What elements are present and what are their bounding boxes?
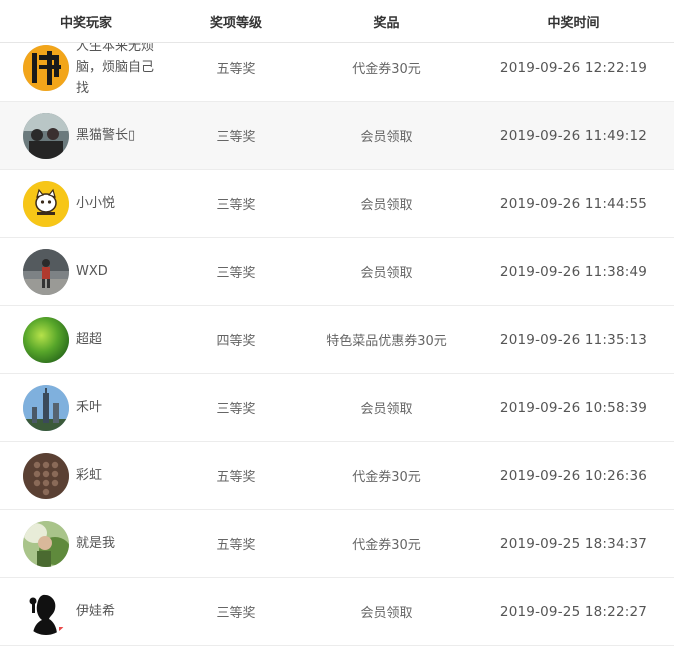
- silhouette-icon: [23, 588, 69, 635]
- player-cell: 禾叶: [0, 384, 172, 431]
- player-name: 人生本来无烦脑，烦脑自己找: [76, 39, 155, 96]
- player-name: 伊娃希: [76, 604, 116, 619]
- prize-level: 三等奖: [216, 130, 256, 145]
- phone-keypad-icon: [23, 452, 69, 499]
- buddha-character-icon: [23, 44, 69, 91]
- win-time: 2019-09-26 11:35:13: [499, 331, 648, 348]
- player-cell: 彩虹: [0, 452, 172, 499]
- prize-level: 三等奖: [216, 606, 256, 621]
- green-blur-icon: [23, 316, 69, 363]
- prize-name: 会员领取: [360, 402, 413, 417]
- player-name: 黑猫警长▯: [76, 128, 136, 143]
- group-photo-icon: [23, 112, 69, 159]
- header-time: 中奖时间: [547, 15, 600, 31]
- player-name: 就是我: [76, 536, 116, 551]
- table-row: 黑猫警长▯ 三等奖 会员领取 2019-09-26 11:49:12: [0, 102, 674, 170]
- win-time: 2019-09-26 10:26:36: [499, 467, 648, 484]
- prize-level: 三等奖: [216, 266, 256, 281]
- table-row: 人生本来无烦脑，烦脑自己找 五等奖 代金券30元 2019-09-26 12:2…: [0, 34, 674, 102]
- winners-table: 中奖玩家 奖项等级 奖品 中奖时间 人生本来无烦脑，烦脑自己找 五等奖 代金券3…: [0, 0, 674, 648]
- prize-level: 五等奖: [216, 62, 256, 77]
- prize-name: 代金券30元: [352, 538, 421, 553]
- table-row: 彩虹 五等奖 代金券30元 2019-09-26 10:26:36: [0, 442, 674, 510]
- player-name: 超超: [76, 332, 103, 347]
- prize-level: 五等奖: [216, 470, 256, 485]
- player-cell: 小小悦: [0, 180, 172, 227]
- person-photo-icon: [23, 248, 69, 295]
- player-cell: 人生本来无烦脑，烦脑自己找: [0, 36, 172, 99]
- prize-name: 代金券30元: [352, 62, 421, 77]
- prize-name: 会员领取: [360, 130, 413, 145]
- player-name: 小小悦: [76, 196, 116, 211]
- table-row: 就是我 五等奖 代金券30元 2019-09-25 18:34:37: [0, 510, 674, 578]
- win-time: 2019-09-26 11:49:12: [499, 127, 648, 144]
- win-time: 2019-09-26 12:22:19: [499, 59, 648, 76]
- win-time: 2019-09-26 11:38:49: [499, 263, 648, 280]
- prize-level: 三等奖: [216, 198, 256, 213]
- header-level: 奖项等级: [209, 15, 262, 31]
- win-time: 2019-09-26 10:58:39: [499, 399, 648, 416]
- win-time: 2019-09-25 18:34:37: [499, 535, 648, 552]
- prize-level: 三等奖: [216, 402, 256, 417]
- prize-name: 会员领取: [360, 606, 413, 621]
- player-cell: 伊娃希: [0, 588, 172, 635]
- player-name: WXD: [76, 264, 108, 279]
- prize-name: 会员领取: [360, 198, 413, 213]
- win-time: 2019-09-26 11:44:55: [499, 195, 648, 212]
- table-row: 禾叶 三等奖 会员领取 2019-09-26 10:58:39: [0, 374, 674, 442]
- prize-level: 四等奖: [216, 334, 256, 349]
- table-header: 中奖玩家 奖项等级 奖品 中奖时间: [0, 0, 674, 43]
- header-player: 中奖玩家: [59, 15, 112, 31]
- player-cell: 就是我: [0, 520, 172, 567]
- table-body: 人生本来无烦脑，烦脑自己找 五等奖 代金券30元 2019-09-26 12:2…: [0, 34, 674, 646]
- table-row: 小小悦 三等奖 会员领取 2019-09-26 11:44:55: [0, 170, 674, 238]
- cartoon-cat-icon: [23, 180, 69, 227]
- prize-name: 特色菜品优惠券30元: [326, 334, 447, 349]
- table-row: 伊娃希 三等奖 会员领取 2019-09-25 18:22:27: [0, 578, 674, 646]
- prize-name: 会员领取: [360, 266, 413, 281]
- player-cell: 黑猫警长▯: [0, 112, 172, 159]
- city-skyline-icon: [23, 384, 69, 431]
- prize-level: 五等奖: [216, 538, 256, 553]
- prize-name: 代金券30元: [352, 470, 421, 485]
- header-prize: 奖品: [373, 15, 400, 31]
- table-row: WXD 三等奖 会员领取 2019-09-26 11:38:49: [0, 238, 674, 306]
- win-time: 2019-09-25 18:22:27: [499, 603, 648, 620]
- nature-photo-icon: [23, 520, 69, 567]
- table-row: 超超 四等奖 特色菜品优惠券30元 2019-09-26 11:35:13: [0, 306, 674, 374]
- player-name: 彩虹: [76, 468, 103, 483]
- player-cell: WXD: [0, 248, 172, 295]
- player-cell: 超超: [0, 316, 172, 363]
- player-name: 禾叶: [76, 400, 103, 415]
